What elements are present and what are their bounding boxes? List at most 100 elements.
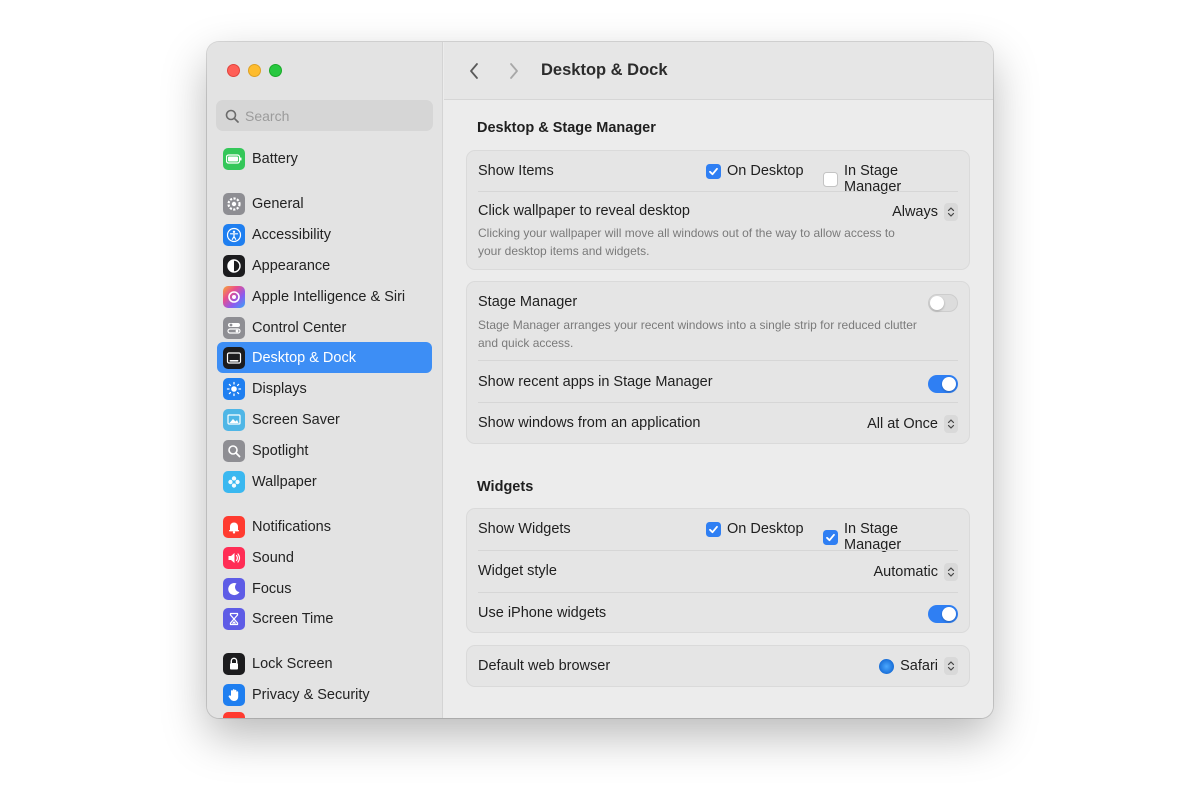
- show-items-on-desktop-checkbox[interactable]: On Desktop: [706, 163, 804, 179]
- sidebar-item-general[interactable]: General: [217, 188, 432, 219]
- minimize-window-button[interactable]: [248, 64, 261, 77]
- show-widgets-row: Show Widgets On Desktop In Stage Manager: [478, 519, 958, 553]
- show-windows-row: Show windows from an application All at …: [478, 414, 958, 436]
- sidebar-item-wallpaper[interactable]: Wallpaper: [217, 466, 432, 497]
- search-icon: [225, 109, 239, 123]
- toggle-knob: [942, 377, 956, 391]
- divider: [478, 402, 958, 403]
- checkbox-label: On Desktop: [727, 521, 804, 537]
- show-widgets-label: Show Widgets: [478, 521, 571, 537]
- sidebar-item-label: Desktop & Dock: [252, 349, 356, 366]
- settings-window: Battery General Accessibility Appearance: [207, 42, 993, 718]
- divider: [478, 191, 958, 192]
- safari-icon: [879, 658, 895, 674]
- sidebar-item-label: Displays: [252, 380, 307, 397]
- zoom-window-button[interactable]: [269, 64, 282, 77]
- sidebar-item-privacy-security[interactable]: Privacy & Security: [217, 679, 432, 710]
- battery-icon: [223, 147, 245, 170]
- sidebar: Battery General Accessibility Appearance: [207, 42, 443, 718]
- sidebar-item-appearance[interactable]: Appearance: [217, 250, 432, 281]
- sidebar-item-accessibility[interactable]: Accessibility: [217, 219, 432, 250]
- screen-saver-icon: [223, 408, 245, 431]
- checkmark-icon: [706, 521, 721, 537]
- accessibility-icon: [223, 223, 245, 246]
- sidebar-item-label: Notifications: [252, 518, 331, 535]
- popup-value: Always: [892, 204, 938, 220]
- hand-icon: [223, 683, 245, 706]
- widget-style-label: Widget style: [478, 563, 557, 579]
- page-title: Desktop & Dock: [541, 61, 668, 79]
- default-browser-row: Default web browser Safari: [478, 656, 958, 678]
- sidebar-item-sound[interactable]: Sound: [217, 542, 432, 573]
- widgets-group: Show Widgets On Desktop In Stage Manager…: [466, 508, 970, 633]
- stage-manager-row: Stage Manager Stage Manager arranges you…: [478, 292, 958, 352]
- dock-icon: [223, 346, 245, 369]
- iphone-widgets-toggle[interactable]: [928, 605, 958, 623]
- sidebar-item-spotlight[interactable]: Spotlight: [217, 435, 432, 466]
- sidebar-item-label: Accessibility: [252, 226, 331, 243]
- sidebar-item-label: Battery: [252, 150, 298, 167]
- sidebar-item-label: Privacy & Security: [252, 686, 370, 703]
- sidebar-item-battery[interactable]: Battery: [217, 143, 432, 174]
- sidebar-item-screen-saver[interactable]: Screen Saver: [217, 404, 432, 435]
- show-widgets-stage-manager-checkbox[interactable]: In Stage Manager: [823, 521, 958, 553]
- search-field[interactable]: [216, 100, 433, 131]
- section-title-widgets: Widgets: [477, 479, 534, 495]
- sidebar-item-apple-intelligence-siri[interactable]: Apple Intelligence & Siri: [217, 281, 432, 312]
- chevron-up-down-icon: [944, 657, 958, 675]
- sound-icon: [223, 546, 245, 569]
- chevron-up-down-icon: [944, 415, 958, 433]
- click-wallpaper-label: Click wallpaper to reveal desktop: [478, 203, 690, 219]
- popup-value: All at Once: [867, 416, 938, 432]
- sidebar-item-desktop-dock[interactable]: Desktop & Dock: [217, 342, 432, 373]
- stage-manager-toggle[interactable]: [928, 294, 958, 312]
- back-button[interactable]: [464, 61, 484, 81]
- show-widgets-on-desktop-checkbox[interactable]: On Desktop: [706, 521, 804, 537]
- stage-manager-description: Stage Manager arranges your recent windo…: [478, 318, 917, 350]
- sidebar-item-control-center[interactable]: Control Center: [217, 312, 432, 343]
- sidebar-item-focus[interactable]: Focus: [217, 573, 432, 604]
- window-controls: [227, 64, 282, 77]
- iphone-widgets-row: Use iPhone widgets: [478, 604, 958, 626]
- default-browser-popup[interactable]: Safari: [879, 657, 958, 675]
- sidebar-item-label: Appearance: [252, 257, 331, 274]
- search-input[interactable]: [245, 107, 425, 124]
- show-windows-label: Show windows from an application: [478, 415, 701, 431]
- screen-time-icon: [223, 607, 245, 630]
- divider: [478, 550, 958, 551]
- show-windows-popup[interactable]: All at Once: [867, 415, 958, 433]
- show-items-label: Show Items: [478, 163, 554, 179]
- sidebar-item-displays[interactable]: Displays: [217, 373, 432, 404]
- main-pane: Desktop & Dock Desktop & Stage Manager S…: [444, 42, 993, 718]
- show-recent-apps-toggle[interactable]: [928, 375, 958, 393]
- default-browser-label: Default web browser: [478, 658, 611, 674]
- click-wallpaper-popup[interactable]: Always: [892, 203, 958, 221]
- divider: [478, 592, 958, 593]
- sidebar-item-lock-screen[interactable]: Lock Screen: [217, 648, 432, 679]
- iphone-widgets-label: Use iPhone widgets: [478, 605, 607, 621]
- toggle-knob: [930, 296, 944, 310]
- click-wallpaper-row: Click wallpaper to reveal desktop Always…: [478, 203, 958, 263]
- widget-style-popup[interactable]: Automatic: [874, 563, 958, 581]
- desktop-items-group: Show Items On Desktop In Stage Manager C…: [466, 150, 970, 270]
- sidebar-item-label: Wallpaper: [252, 473, 317, 490]
- sidebar-item-label: General: [252, 195, 304, 212]
- popup-value: Automatic: [873, 564, 938, 580]
- chevron-right-icon: [510, 63, 518, 79]
- gear-icon: [223, 192, 245, 215]
- sidebar-item-label: Spotlight: [252, 442, 309, 459]
- sidebar-item-label: Focus: [252, 580, 292, 597]
- appearance-icon: [223, 254, 245, 277]
- displays-icon: [223, 377, 245, 400]
- checkmark-icon: [706, 163, 721, 179]
- stage-manager-group: Stage Manager Stage Manager arranges you…: [466, 281, 970, 444]
- close-window-button[interactable]: [227, 64, 240, 77]
- focus-icon: [223, 577, 245, 600]
- forward-button[interactable]: [504, 61, 524, 81]
- chevron-left-icon: [470, 63, 478, 79]
- sidebar-item-notifications[interactable]: Notifications: [217, 511, 432, 542]
- show-recent-apps-label: Show recent apps in Stage Manager: [478, 374, 713, 390]
- checkbox-empty-icon: [823, 171, 838, 187]
- sidebar-next-item-icon: [223, 712, 245, 718]
- sidebar-item-screen-time[interactable]: Screen Time: [217, 603, 432, 634]
